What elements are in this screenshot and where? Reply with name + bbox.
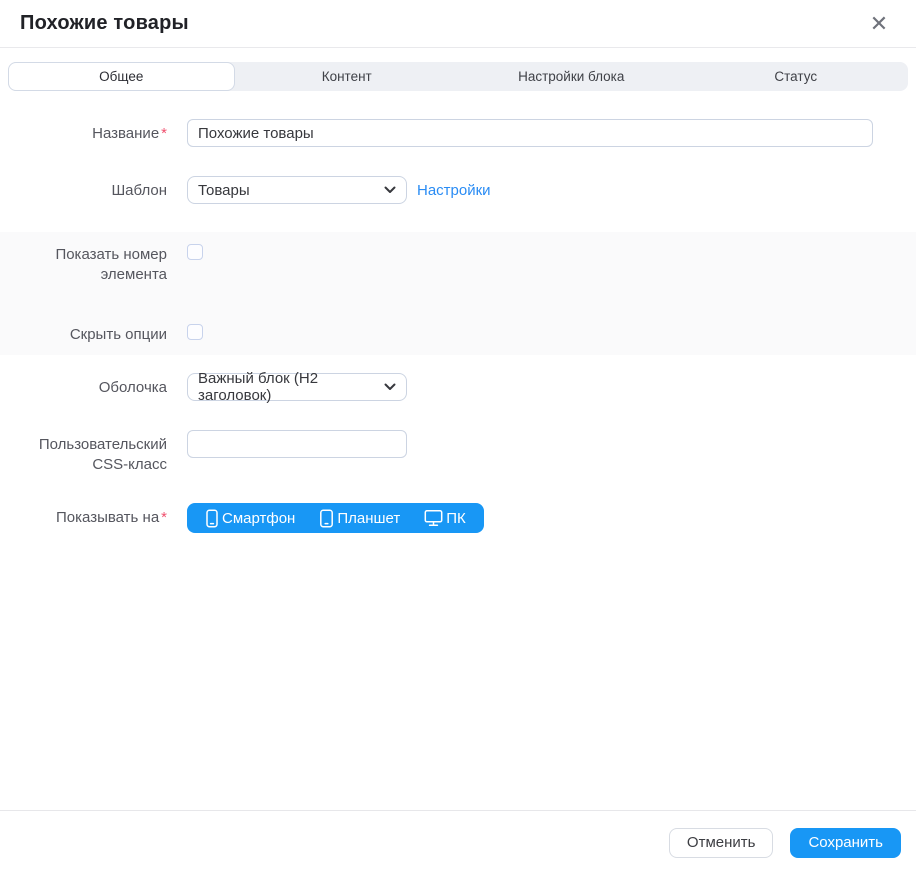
row-hide-options: Скрыть опции bbox=[0, 320, 916, 345]
modal-footer: Отменить Сохранить bbox=[0, 810, 916, 874]
form-general: Название* Шаблон Товары Настройки Показ bbox=[0, 91, 916, 810]
desktop-icon bbox=[424, 509, 443, 527]
close-icon[interactable]: ✕ bbox=[868, 13, 890, 35]
css-class-label: Пользовательский CSS-класс bbox=[0, 430, 167, 475]
show-on-label: Показывать на* bbox=[0, 503, 167, 528]
cancel-button[interactable]: Отменить bbox=[669, 828, 774, 858]
device-button-group: Смартфон Планшет bbox=[187, 503, 484, 533]
template-select[interactable]: Товары bbox=[187, 176, 407, 204]
tab-bar: Общее Контент Настройки блока Статус bbox=[8, 62, 908, 91]
save-button[interactable]: Сохранить bbox=[790, 828, 901, 858]
smartphone-icon bbox=[205, 509, 219, 528]
tab-status[interactable]: Статус bbox=[684, 62, 909, 91]
stripe-band: Показать номер элемента Скрыть опции bbox=[0, 232, 916, 355]
smartphone-button[interactable]: Смартфон bbox=[193, 503, 307, 533]
tab-block-settings-label: Настройки блока bbox=[518, 69, 624, 84]
tab-block-settings[interactable]: Настройки блока bbox=[459, 62, 684, 91]
name-label: Название* bbox=[0, 119, 167, 144]
modal-header: Похожие товары ✕ bbox=[0, 0, 916, 48]
name-input[interactable] bbox=[187, 119, 873, 147]
template-settings-link[interactable]: Настройки bbox=[417, 182, 491, 199]
hide-options-checkbox[interactable] bbox=[187, 324, 203, 340]
row-name: Название* bbox=[0, 119, 916, 147]
tab-status-label: Статус bbox=[774, 69, 817, 84]
row-show-on: Показывать на* Смартфон bbox=[0, 503, 916, 533]
tab-content-label: Контент bbox=[322, 69, 372, 84]
chevron-down-icon bbox=[384, 383, 396, 391]
wrapper-select-value: Важный блок (H2 заголовок) bbox=[198, 370, 378, 404]
tablet-button[interactable]: Планшет bbox=[307, 503, 412, 533]
wrapper-select[interactable]: Важный блок (H2 заголовок) bbox=[187, 373, 407, 401]
smartphone-button-label: Смартфон bbox=[222, 510, 295, 527]
show-number-checkbox[interactable] bbox=[187, 244, 203, 260]
row-wrapper: Оболочка Важный блок (H2 заголовок) bbox=[0, 373, 916, 401]
show-number-label: Показать номер элемента bbox=[0, 240, 167, 285]
tab-content[interactable]: Контент bbox=[235, 62, 460, 91]
required-asterisk: * bbox=[161, 509, 167, 526]
tablet-icon bbox=[319, 509, 334, 528]
css-class-input[interactable] bbox=[187, 430, 407, 458]
page-title: Похожие товары bbox=[20, 12, 189, 35]
tab-general[interactable]: Общее bbox=[8, 62, 235, 91]
desktop-button[interactable]: ПК bbox=[412, 503, 478, 533]
wrapper-label: Оболочка bbox=[0, 373, 167, 398]
template-select-value: Товары bbox=[198, 182, 250, 199]
chevron-down-icon bbox=[384, 186, 396, 194]
row-template: Шаблон Товары Настройки bbox=[0, 176, 916, 204]
template-label: Шаблон bbox=[0, 176, 167, 201]
required-asterisk: * bbox=[161, 125, 167, 142]
row-css-class: Пользовательский CSS-класс bbox=[0, 430, 916, 475]
hide-options-label: Скрыть опции bbox=[0, 320, 167, 345]
tablet-button-label: Планшет bbox=[337, 510, 400, 527]
row-show-number: Показать номер элемента bbox=[0, 240, 916, 285]
tab-general-label: Общее bbox=[99, 69, 143, 84]
desktop-button-label: ПК bbox=[446, 510, 466, 527]
modal-similar-products: Похожие товары ✕ Общее Контент Настройки… bbox=[0, 0, 916, 874]
